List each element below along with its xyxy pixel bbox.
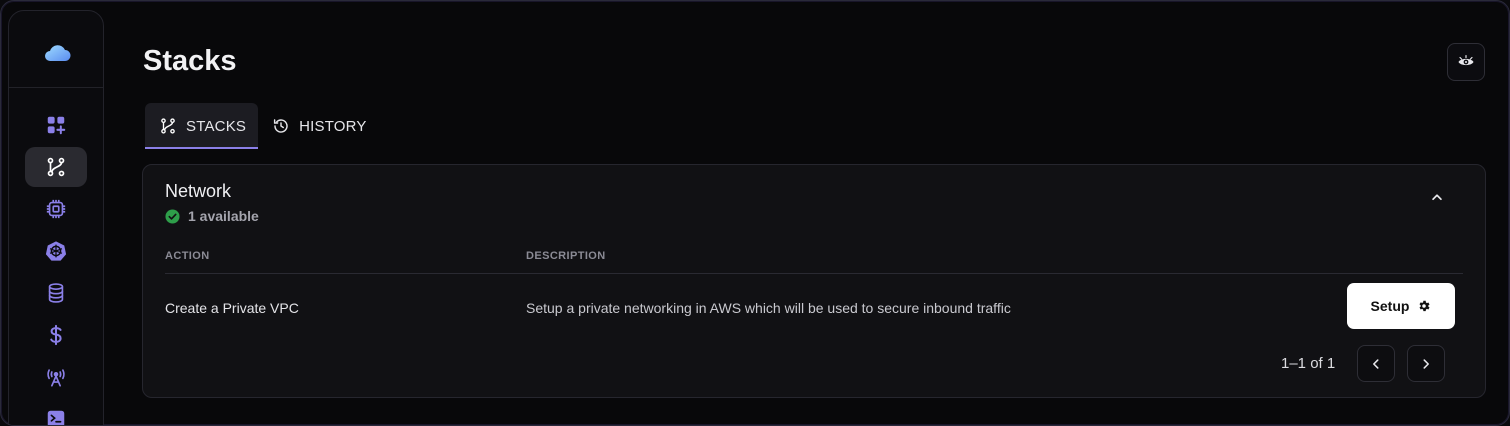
setup-button[interactable]: Setup bbox=[1347, 283, 1455, 329]
row-description: Setup a private networking in AWS which … bbox=[526, 300, 1011, 316]
terminal-icon bbox=[47, 410, 65, 425]
stacks-icon bbox=[161, 118, 175, 134]
page-title: Stacks bbox=[143, 45, 237, 77]
chevron-right-icon bbox=[1423, 358, 1429, 369]
sidebar-item-stacks[interactable] bbox=[25, 147, 87, 187]
view-toggle-button[interactable] bbox=[1447, 43, 1485, 81]
sidebar-item-terminal[interactable] bbox=[25, 399, 87, 425]
app-window: Stacks STACKS HISTORY Network 1 availabl… bbox=[0, 0, 1510, 426]
card-title: Network bbox=[165, 181, 232, 201]
chevron-left-icon bbox=[1373, 358, 1379, 369]
header-divider bbox=[165, 273, 1463, 274]
stacks-icon bbox=[47, 157, 65, 177]
previous-page-button[interactable] bbox=[1357, 345, 1395, 382]
sidebar-item-apps[interactable] bbox=[25, 105, 87, 145]
sidebar-item-billing[interactable] bbox=[25, 315, 87, 355]
stack-group-card: Network 1 available ACTION DESCRIPTION C… bbox=[142, 164, 1486, 398]
sidebar-item-database[interactable] bbox=[25, 273, 87, 313]
next-page-button[interactable] bbox=[1407, 345, 1445, 382]
broadcast-icon bbox=[47, 369, 65, 387]
availability-status: 1 available bbox=[165, 208, 259, 224]
tab-history[interactable]: HISTORY bbox=[258, 103, 379, 149]
eye-icon bbox=[1458, 55, 1474, 66]
tab-stacks[interactable]: STACKS bbox=[145, 103, 259, 149]
chevron-up-icon bbox=[1432, 194, 1442, 201]
tab-label: STACKS bbox=[186, 117, 247, 135]
tab-label: HISTORY bbox=[299, 117, 367, 135]
pagination-text: 1–1 of 1 bbox=[1281, 355, 1336, 372]
tab-bar: STACKS HISTORY bbox=[145, 103, 379, 149]
check-circle-icon bbox=[165, 208, 180, 224]
cloud-logo[interactable] bbox=[42, 41, 72, 65]
history-icon bbox=[274, 119, 288, 133]
cpu-icon bbox=[46, 199, 66, 219]
sidebar-divider bbox=[9, 87, 103, 88]
row-action: Create a Private VPC bbox=[165, 300, 299, 316]
setup-button-label: Setup bbox=[1370, 298, 1410, 314]
collapse-button[interactable] bbox=[1427, 187, 1447, 207]
sidebar-item-cpu[interactable] bbox=[25, 189, 87, 229]
column-header-description: DESCRIPTION bbox=[526, 250, 606, 262]
dollar-icon bbox=[50, 324, 62, 346]
sidebar bbox=[8, 10, 104, 425]
database-icon bbox=[48, 283, 64, 303]
apps-plus-icon bbox=[47, 116, 66, 135]
sidebar-item-kubernetes[interactable] bbox=[25, 231, 87, 271]
kubernetes-icon bbox=[45, 241, 67, 261]
column-header-action: ACTION bbox=[165, 250, 210, 262]
sidebar-item-broadcast[interactable] bbox=[25, 357, 87, 397]
gear-icon bbox=[1419, 300, 1430, 312]
availability-text: 1 available bbox=[188, 208, 259, 224]
